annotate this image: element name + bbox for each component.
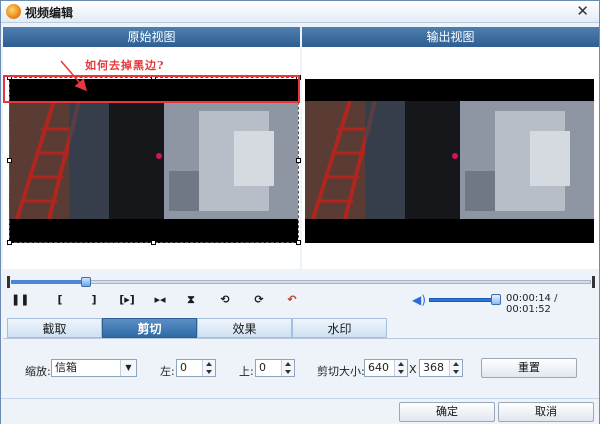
ok-button[interactable]: 确定: [399, 402, 495, 422]
crop-width-spinbox[interactable]: 640: [364, 359, 408, 377]
top-offset-spinbox[interactable]: 0: [255, 359, 295, 377]
top-offset-value: 0: [259, 361, 266, 374]
left-offset-label: 左:: [160, 365, 175, 378]
tab-effects[interactable]: 效果: [197, 318, 292, 338]
output-video-preview: [305, 79, 594, 243]
tab-trim[interactable]: 截取: [7, 318, 102, 338]
annotation-question-text: 如何去掉黑边?: [85, 59, 165, 72]
left-offset-spinbox[interactable]: 0: [176, 359, 216, 377]
left-offset-value: 0: [180, 361, 187, 374]
crop-width-value: 640: [368, 361, 389, 374]
volume-slider-thumb[interactable]: [491, 294, 501, 305]
dialog-footer: 确定 取消: [1, 398, 599, 424]
original-video-preview[interactable]: [9, 79, 298, 243]
timeline-thumb[interactable]: [81, 277, 91, 287]
reset-button[interactable]: 重置: [481, 358, 577, 378]
crop-size-label: 剪切大小:: [317, 365, 365, 378]
original-view-header: 原始视图: [3, 27, 300, 47]
crop-handle-left[interactable]: [7, 158, 12, 163]
chevron-down-icon[interactable]: ▼: [120, 360, 136, 376]
crop-height-spinbox[interactable]: 368: [419, 359, 463, 377]
crop-handle-bottom-right[interactable]: [296, 240, 301, 245]
video-frame-image: [9, 101, 298, 219]
spin-arrows-icon[interactable]: [449, 360, 462, 376]
undo-button[interactable]: ↶: [283, 292, 301, 308]
pause-button[interactable]: ❚❚: [11, 292, 29, 308]
annotation-highlight-box: [3, 75, 300, 103]
rotate-right-button[interactable]: ⟳: [250, 292, 268, 308]
crop-handle-right[interactable]: [296, 158, 301, 163]
zoom-select[interactable]: 信箱 ▼: [51, 359, 137, 377]
crop-handle-bottom-left[interactable]: [7, 240, 12, 245]
time-display: 00:00:14 / 00:01:52: [506, 293, 558, 315]
volume-icon[interactable]: ◀): [412, 293, 426, 307]
spin-arrows-icon[interactable]: [281, 360, 294, 376]
video-edit-window: 视频编辑 ✕ 原始视图 输出视图 如何去掉黑边? ❚❚ [] [▸] ▸◂ ⧗…: [0, 0, 600, 424]
timeline-end-cap: [592, 276, 595, 288]
timeline-start-cap: [7, 276, 10, 288]
cancel-button[interactable]: 取消: [498, 402, 594, 422]
window-title: 视频编辑: [25, 6, 74, 20]
tab-watermark[interactable]: 水印: [292, 318, 387, 338]
play-segment-button[interactable]: [▸]: [115, 292, 139, 308]
timeline-track[interactable]: [11, 280, 591, 284]
app-logo-icon: [6, 4, 21, 19]
zoom-label: 缩放:: [25, 365, 51, 378]
rotate-left-button[interactable]: ⟲: [216, 292, 234, 308]
flip-vertical-button[interactable]: ⧗: [182, 292, 200, 308]
output-view-header: 输出视图: [302, 27, 599, 47]
timeline-progress-fill: [11, 280, 86, 284]
split-button[interactable]: ▸◂: [149, 292, 171, 308]
edit-tabs: 截取 剪切 效果 水印: [7, 318, 587, 338]
title-bar: 视频编辑 ✕: [1, 1, 599, 23]
tab-crop[interactable]: 剪切: [102, 318, 197, 338]
mark-out-button[interactable]: ]: [85, 292, 103, 308]
close-icon[interactable]: ✕: [576, 2, 589, 20]
zoom-select-value: 信箱: [55, 361, 77, 374]
crop-size-times-label: X: [409, 363, 417, 376]
timeline-slider[interactable]: [7, 276, 595, 288]
mark-in-button[interactable]: [: [51, 292, 69, 308]
crop-height-value: 368: [423, 361, 444, 374]
crop-handle-bottom[interactable]: [151, 240, 156, 245]
top-offset-label: 上:: [239, 365, 254, 378]
video-frame-image: [305, 101, 594, 219]
spin-arrows-icon[interactable]: [202, 360, 215, 376]
spin-arrows-icon[interactable]: [394, 360, 407, 376]
